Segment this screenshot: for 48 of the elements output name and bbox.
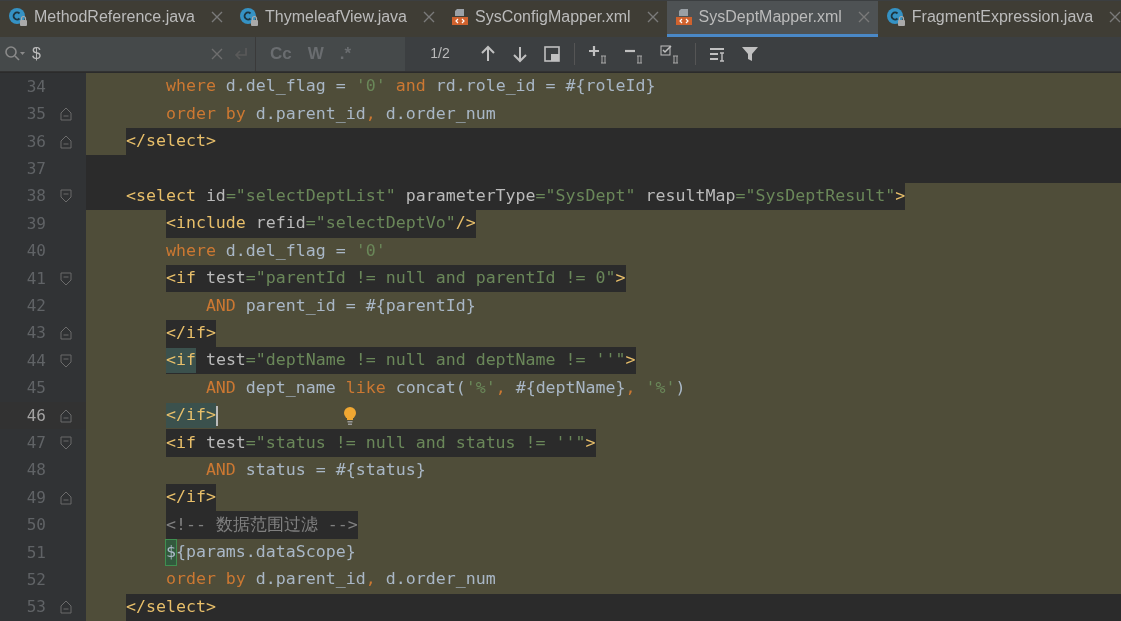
close-icon[interactable] [1109,11,1121,24]
text-caret [215,405,218,426]
code-text: where d.del_flag = '0' [86,237,1121,265]
search-field[interactable]: $ [0,36,255,72]
editor-tab[interactable]: FragmentExpression.java [877,1,1121,37]
fold-icon[interactable] [60,600,72,615]
code-text: ${params.dataScope} [86,538,1121,567]
code-text: where d.del_flag = '0' and rd.role_id = #{roleId} [86,73,1121,101]
search-value: $ [32,43,42,64]
fold-icon[interactable] [60,107,72,122]
class-file-icon [8,7,28,28]
code-text: order by d.parent_id, d.order_num [86,100,1121,128]
xml-file-icon [451,8,469,27]
code-text: AND status = #{status} [86,456,1121,485]
editor-tab[interactable]: MethodReference.java [0,1,231,37]
close-icon[interactable] [423,11,435,24]
tab-label: FragmentExpression.java [911,7,1094,28]
tab-label: ThymeleafView.java [265,7,407,28]
lightbulb-icon[interactable] [342,405,357,426]
close-icon[interactable] [646,11,659,24]
fold-icon[interactable] [60,189,72,204]
class-file-icon [239,7,259,28]
fold-icon[interactable] [60,353,72,368]
fold-icon[interactable] [60,271,72,286]
fold-icon[interactable] [60,408,72,423]
match-count: 1/2 [429,44,451,64]
close-icon[interactable] [857,11,870,24]
select-all-icon[interactable] [542,43,562,64]
tab-label: SysConfigMapper.xml [475,7,631,28]
editor-tab[interactable]: ThymeleafView.java [231,1,443,37]
code-text: order by d.parent_id, d.order_num [86,566,1121,594]
editor-tab[interactable]: SysDeptMapper.xml [666,1,878,37]
editor-tab[interactable]: SysConfigMapper.xml [443,1,667,37]
xml-file-icon [674,8,693,27]
code-text: AND parent_id = #{parentId} [86,292,1121,320]
code-text: AND dept_name like concat('%', #{deptName}, '%') [86,374,1121,402]
fold-icon[interactable] [60,134,72,149]
code-text: <if test="deptName != null and deptName != ''"> [165,347,636,375]
close-icon[interactable] [211,11,223,24]
code-text: </if> [86,401,216,430]
class-file-icon [885,7,906,28]
tab-label: SysDeptMapper.xml [698,7,842,28]
tab-label: MethodReference.java [34,7,195,28]
line-number: 46 [25,404,46,427]
fold-icon[interactable] [60,435,72,450]
fold-icon[interactable] [60,326,72,341]
fold-icon[interactable] [60,490,72,505]
search-icon [4,44,26,63]
